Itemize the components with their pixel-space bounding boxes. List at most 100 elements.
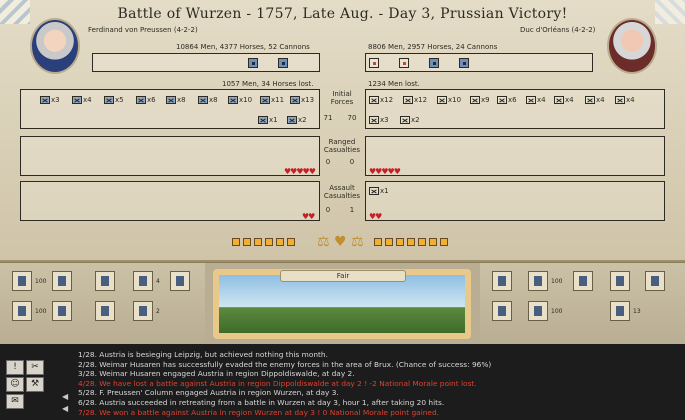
- right-unit[interactable]: x4: [526, 96, 546, 104]
- right-unit[interactable]: x4: [585, 96, 605, 104]
- stack-marker-icon[interactable]: [459, 58, 469, 68]
- right-losses: 1234 Men lost.: [368, 80, 420, 88]
- right-morale-hearts: ♥♥♥♥♥: [369, 167, 401, 176]
- unit-icon: [497, 96, 507, 104]
- reserve-slot[interactable]: [170, 271, 190, 291]
- reserve-count: 100: [35, 278, 47, 285]
- mail-button[interactable]: ✉: [6, 394, 24, 409]
- stack-marker-icon[interactable]: [429, 58, 439, 68]
- left-unit[interactable]: x5: [104, 96, 124, 104]
- left-stack-bar: [92, 53, 320, 72]
- right-assault-count: 1: [349, 206, 355, 214]
- left-unit[interactable]: x6: [136, 96, 156, 104]
- reserve-slot[interactable]: [492, 301, 512, 321]
- unit-icon: [136, 96, 146, 104]
- reserve-slot[interactable]: [52, 271, 72, 291]
- tactic-icon[interactable]: [429, 238, 437, 246]
- battle-report-panel: Battle of Wurzen - 1757, Late Aug. - Day…: [0, 0, 685, 262]
- tactic-icon[interactable]: [396, 238, 404, 246]
- right-ranged-count: 0: [349, 158, 355, 166]
- stack-marker-icon[interactable]: [399, 58, 409, 68]
- scroll-up-arrow-icon[interactable]: ◀: [62, 392, 68, 401]
- reserve-slot[interactable]: [645, 271, 665, 291]
- left-losses: 1057 Men, 34 Horses lost.: [222, 80, 314, 88]
- left-unit[interactable]: x10: [228, 96, 252, 104]
- stack-marker-icon[interactable]: [278, 58, 288, 68]
- right-forces-count: 70: [347, 114, 357, 122]
- unit-icon: [554, 96, 564, 104]
- initial-forces-label: Initial Forces: [330, 90, 354, 106]
- right-unit[interactable]: x3: [369, 116, 389, 124]
- tactic-icon[interactable]: [254, 238, 262, 246]
- left-ranged-count: 0: [325, 158, 331, 166]
- tactic-icon[interactable]: [287, 238, 295, 246]
- left-summary: 10864 Men, 4377 Horses, 52 Cannons: [176, 43, 310, 51]
- unit-icon: [228, 96, 238, 104]
- left-unit[interactable]: x1: [258, 116, 278, 124]
- message-log: ! ✂ ☺ ⚒ ✉ ◀ ◀ 1/28. Austria is besieging…: [0, 344, 685, 420]
- reserve-slot[interactable]: [12, 271, 32, 291]
- tools-filter-button[interactable]: ⚒: [26, 377, 44, 392]
- right-stack-bar: [365, 53, 593, 72]
- stack-marker-icon[interactable]: [369, 58, 379, 68]
- left-unit[interactable]: x4: [72, 96, 92, 104]
- balance-scale-icon: ⚖ ♥ ⚖: [317, 234, 364, 250]
- reserve-slot[interactable]: [133, 271, 153, 291]
- left-unit[interactable]: x8: [198, 96, 218, 104]
- left-unit[interactable]: x13: [290, 96, 314, 104]
- right-summary: 8806 Men, 2957 Horses, 24 Cannons: [368, 43, 498, 51]
- tactic-icon[interactable]: [243, 238, 251, 246]
- reserve-slot[interactable]: [573, 271, 593, 291]
- right-unit[interactable]: x12: [403, 96, 427, 104]
- assault-casualties-label: Assault Casualties: [323, 184, 361, 200]
- tactic-icon[interactable]: [374, 238, 382, 246]
- tactic-icon[interactable]: [276, 238, 284, 246]
- left-unit[interactable]: x8: [166, 96, 186, 104]
- left-unit[interactable]: x3: [40, 96, 60, 104]
- unit-icon: [258, 116, 268, 124]
- reserve-slot[interactable]: [52, 301, 72, 321]
- unit-icon: [585, 96, 595, 104]
- right-assault-unit[interactable]: x1: [369, 187, 389, 195]
- unit-icon: [403, 96, 413, 104]
- right-general-name: Duc d'Orléans (4-2-2): [520, 26, 596, 34]
- left-unit[interactable]: x2: [287, 116, 307, 124]
- reserve-slot[interactable]: [610, 271, 630, 291]
- tactic-icon[interactable]: [418, 238, 426, 246]
- right-unit[interactable]: x2: [400, 116, 420, 124]
- log-button-group: ! ✂ ☺ ⚒ ✉: [6, 360, 50, 409]
- log-line: 2/28. Weimar Husaren has successfully ev…: [78, 359, 492, 369]
- reserve-slot[interactable]: [133, 301, 153, 321]
- tactic-icon[interactable]: [440, 238, 448, 246]
- right-unit[interactable]: x4: [615, 96, 635, 104]
- alert-button[interactable]: !: [6, 360, 24, 375]
- right-unit[interactable]: x9: [470, 96, 490, 104]
- left-unit[interactable]: x11: [260, 96, 284, 104]
- unit-icon: [369, 96, 379, 104]
- left-assault-box: [20, 181, 320, 221]
- tactic-icon[interactable]: [407, 238, 415, 246]
- right-ranged-box: [365, 136, 665, 176]
- reserve-slot[interactable]: [528, 271, 548, 291]
- reserve-slot[interactable]: [95, 301, 115, 321]
- reserve-slot[interactable]: [610, 301, 630, 321]
- right-unit[interactable]: x4: [554, 96, 574, 104]
- stack-marker-icon[interactable]: [248, 58, 258, 68]
- tactic-icon[interactable]: [232, 238, 240, 246]
- right-general-portrait[interactable]: [607, 18, 657, 74]
- battle-filter-button[interactable]: ✂: [26, 360, 44, 375]
- right-unit[interactable]: x12: [369, 96, 393, 104]
- reserve-slot[interactable]: [12, 301, 32, 321]
- tactic-icon[interactable]: [385, 238, 393, 246]
- unit-icon: [437, 96, 447, 104]
- left-assault-hearts: ♥♥: [302, 212, 315, 221]
- right-unit[interactable]: x6: [497, 96, 517, 104]
- right-unit[interactable]: x10: [437, 96, 461, 104]
- reserve-slot[interactable]: [492, 271, 512, 291]
- scroll-down-arrow-icon[interactable]: ◀: [62, 404, 68, 413]
- reserve-slot[interactable]: [95, 271, 115, 291]
- left-general-portrait[interactable]: [30, 18, 80, 74]
- tactic-icon[interactable]: [265, 238, 273, 246]
- reserve-slot[interactable]: [528, 301, 548, 321]
- people-filter-button[interactable]: ☺: [6, 377, 24, 392]
